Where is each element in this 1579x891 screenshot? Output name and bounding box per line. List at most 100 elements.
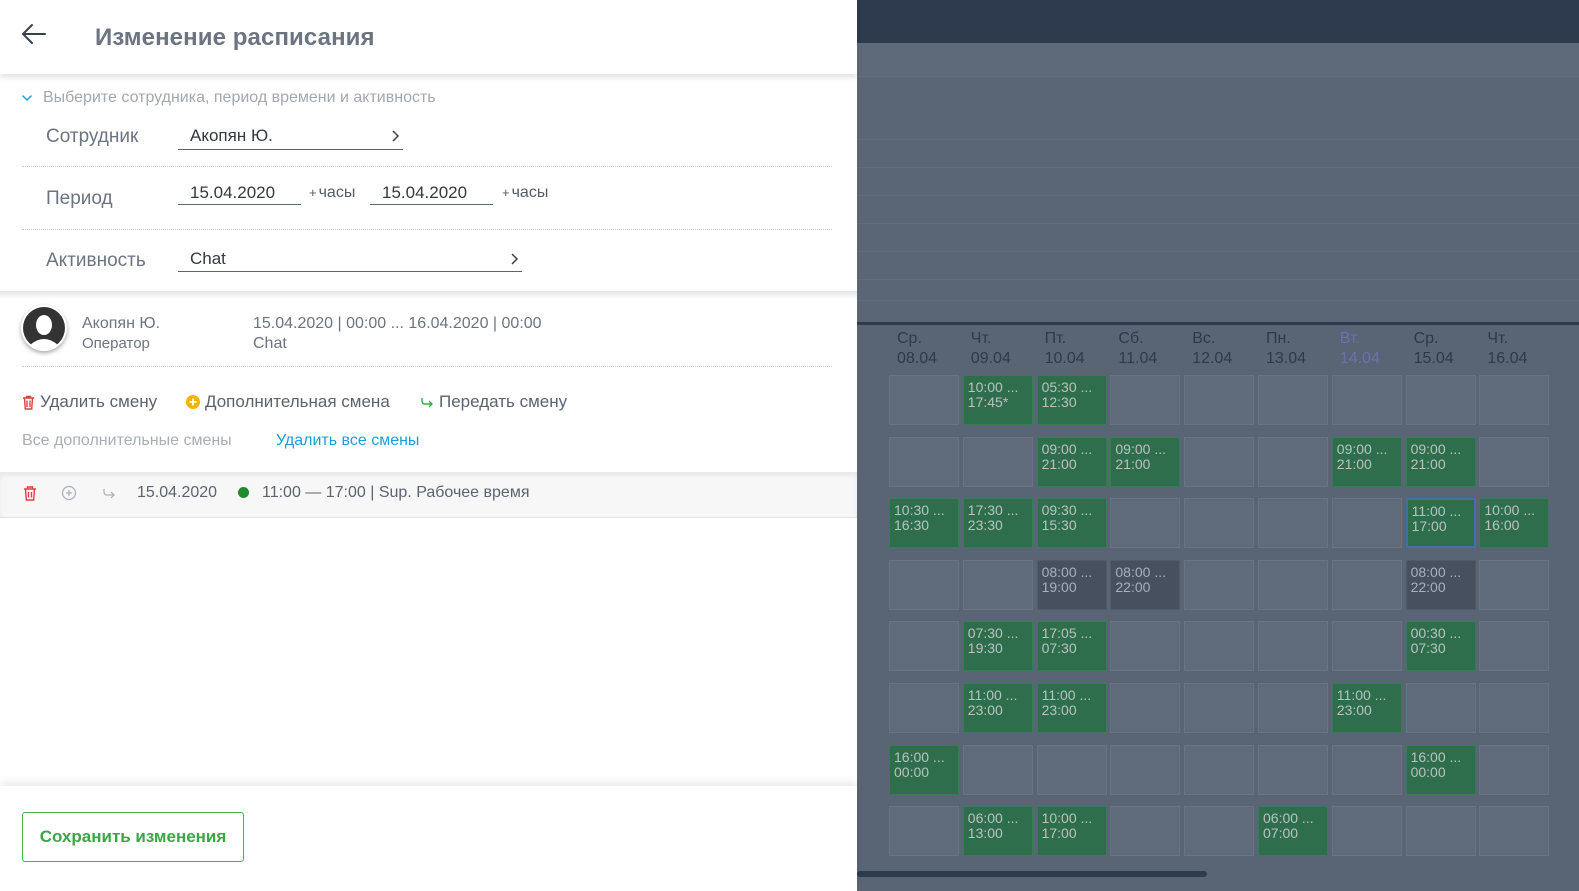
schedule-cell[interactable]: [1479, 436, 1550, 487]
divider: [22, 366, 832, 367]
schedule-cell[interactable]: [1184, 806, 1255, 857]
horizontal-scrollbar[interactable]: [857, 871, 1207, 877]
schedule-shift[interactable]: 05:30 ... 12:30: [1036, 375, 1107, 425]
schedule-shift[interactable]: 08:00 ... 19:00: [1036, 559, 1107, 610]
trash-icon[interactable]: [22, 485, 38, 501]
schedule-cell[interactable]: [1331, 621, 1402, 672]
schedule-cell[interactable]: [962, 744, 1033, 795]
schedule-shift[interactable]: 10:00 ... 17:45*: [962, 375, 1033, 425]
employee-period: 15.04.2020 | 00:00 ... 16.04.2020 | 00:0…: [253, 315, 542, 332]
schedule-cell[interactable]: [1110, 806, 1181, 857]
schedule-shift[interactable]: 08:00 ... 22:00: [1405, 559, 1476, 610]
schedule-cell[interactable]: [889, 621, 959, 672]
schedule-cell[interactable]: [889, 436, 959, 487]
avatar: [21, 305, 67, 351]
schedule-shift[interactable]: 09:00 ... 21:00: [1110, 436, 1181, 487]
schedule-cell[interactable]: [1036, 744, 1107, 795]
schedule-cell[interactable]: [889, 683, 959, 733]
schedule-shift[interactable]: 11:00 ... 17:00: [1405, 498, 1476, 549]
schedule-shift[interactable]: 06:00 ... 07:00: [1258, 806, 1328, 857]
schedule-shift[interactable]: 09:00 ... 21:00: [1036, 436, 1107, 487]
schedule-cell[interactable]: [889, 559, 959, 610]
additional-shift-button[interactable]: Дополнительная смена: [186, 392, 390, 412]
period-from-add-hours[interactable]: + часы: [309, 184, 355, 202]
schedule-shift[interactable]: 08:00 ... 22:00: [1110, 559, 1181, 610]
schedule-cell[interactable]: [1331, 559, 1402, 610]
schedule-cell[interactable]: [1110, 621, 1181, 672]
schedule-shift[interactable]: 11:00 ... 23:00: [962, 683, 1033, 733]
section-collapse-toggle[interactable]: Выберите сотрудника, период времени и ак…: [20, 88, 436, 108]
schedule-cell[interactable]: [1258, 375, 1328, 425]
schedule-cell[interactable]: [1184, 375, 1255, 425]
hours-label: часы: [318, 184, 356, 201]
transfer-shift-button[interactable]: Передать смену: [420, 392, 567, 412]
schedule-cell[interactable]: [1258, 559, 1328, 610]
schedule-cell[interactable]: [1331, 375, 1402, 425]
schedule-cell[interactable]: [889, 806, 959, 857]
day-name: Сб.: [1118, 330, 1144, 347]
schedule-cell[interactable]: [1184, 621, 1255, 672]
schedule-cell[interactable]: [962, 436, 1033, 487]
schedule-cell[interactable]: [1479, 375, 1550, 425]
schedule-shift[interactable]: 11:00 ... 23:00: [1036, 683, 1107, 733]
schedule-cell[interactable]: [1331, 498, 1402, 549]
schedule-cell[interactable]: [1258, 436, 1328, 487]
schedule-cell[interactable]: [1110, 498, 1181, 549]
schedule-cell[interactable]: [1110, 683, 1181, 733]
schedule-cell[interactable]: [1479, 559, 1550, 610]
schedule-shift[interactable]: 10:00 ... 16:00: [1479, 498, 1550, 549]
schedule-shift[interactable]: 10:30 ... 16:30: [889, 498, 959, 549]
schedule-cell[interactable]: [1479, 806, 1550, 857]
schedule-cell[interactable]: [1405, 806, 1476, 857]
schedule-shift[interactable]: 17:30 ... 23:30: [962, 498, 1033, 549]
schedule-shift[interactable]: 00:30 ... 07:30: [1405, 621, 1476, 672]
schedule-cell[interactable]: [1184, 559, 1255, 610]
schedule-cell[interactable]: [889, 375, 959, 425]
schedule-shift[interactable]: 09:30 ... 15:30: [1036, 498, 1107, 549]
day-header: Чт. 09.04: [971, 329, 1045, 373]
schedule-shift[interactable]: 16:00 ... 00:00: [1405, 744, 1476, 795]
schedule-shift[interactable]: 11:00 ... 23:00: [1331, 683, 1402, 733]
schedule-cell[interactable]: [1258, 683, 1328, 733]
day-name: Чт.: [1487, 330, 1509, 347]
activity-select[interactable]: Chat: [178, 249, 522, 272]
activity-label: Активность: [46, 250, 146, 271]
schedule-cell[interactable]: [1184, 498, 1255, 549]
delete-all-shifts-link[interactable]: Удалить все смены: [276, 432, 419, 450]
schedule-cell[interactable]: [1258, 621, 1328, 672]
schedule-cell[interactable]: [1331, 806, 1402, 857]
schedule-shift[interactable]: 09:00 ... 21:00: [1405, 436, 1476, 487]
trash-icon: [23, 395, 34, 410]
schedule-cell[interactable]: [1258, 744, 1328, 795]
period-to-add-hours[interactable]: + часы: [502, 184, 548, 202]
schedule-cell[interactable]: [1258, 498, 1328, 549]
period-to-input[interactable]: 15.04.2020: [370, 183, 493, 205]
employee-select[interactable]: Акопян Ю.: [178, 126, 403, 150]
save-button[interactable]: Сохранить изменения: [22, 812, 244, 862]
arrow-left-icon[interactable]: [20, 22, 48, 46]
schedule-cell[interactable]: [1405, 683, 1476, 733]
schedule-shift[interactable]: 16:00 ... 00:00: [889, 744, 959, 795]
schedule-cell[interactable]: [1479, 683, 1550, 733]
schedule-cell[interactable]: [1405, 375, 1476, 425]
schedule-cell[interactable]: [1479, 744, 1550, 795]
schedule-cell[interactable]: [1479, 621, 1550, 672]
schedule-cell[interactable]: [1110, 375, 1181, 425]
schedule-shift[interactable]: 06:00 ... 13:00: [962, 806, 1033, 857]
user-icon: [23, 307, 65, 351]
plus-circle-icon[interactable]: [61, 485, 77, 501]
schedule-cell[interactable]: [1184, 744, 1255, 795]
schedule-shift[interactable]: 09:00 ... 21:00: [1331, 436, 1402, 487]
schedule-cell[interactable]: [1110, 744, 1181, 795]
share-arrow-icon[interactable]: [101, 485, 117, 501]
schedule-shift[interactable]: 10:00 ... 17:00: [1036, 806, 1107, 857]
schedule-cell[interactable]: [962, 559, 1033, 610]
schedule-cell[interactable]: [1331, 744, 1402, 795]
schedule-shift[interactable]: 07:30 ... 19:30: [962, 621, 1033, 672]
schedule-shift[interactable]: 17:05 ... 07:30: [1036, 621, 1107, 672]
period-from-input[interactable]: 15.04.2020: [178, 183, 301, 205]
schedule-cell[interactable]: [1184, 436, 1255, 487]
day-name: Ср.: [897, 330, 922, 347]
schedule-cell[interactable]: [1184, 683, 1255, 733]
delete-shift-button[interactable]: Удалить смену: [22, 392, 157, 412]
